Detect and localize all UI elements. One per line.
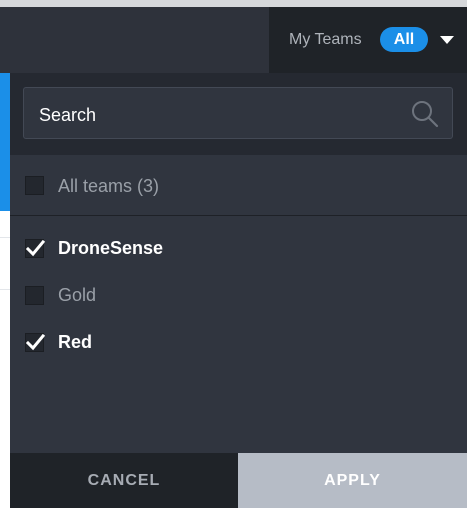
team-label: Gold bbox=[58, 285, 97, 305]
background-accent bbox=[0, 73, 10, 211]
search-icon[interactable] bbox=[410, 99, 440, 129]
team-label: DroneSense bbox=[58, 238, 164, 258]
checkmark-icon bbox=[25, 239, 46, 257]
search-input[interactable]: Search bbox=[23, 87, 453, 139]
team-label: Red bbox=[58, 332, 93, 352]
dropdown-footer: CANCEL APPLY bbox=[10, 453, 467, 508]
team-filter-dropdown: Search All teams (3) DroneSense Gold Red bbox=[10, 73, 467, 508]
top-strip bbox=[0, 0, 467, 7]
team-checkbox-checked[interactable] bbox=[25, 239, 46, 258]
background-divider bbox=[0, 289, 10, 290]
search-placeholder: Search bbox=[39, 105, 97, 125]
cancel-button[interactable]: CANCEL bbox=[10, 453, 238, 508]
team-option-red[interactable]: Red bbox=[10, 321, 467, 361]
chevron-down-icon[interactable] bbox=[440, 36, 454, 44]
team-checkbox-checked[interactable] bbox=[25, 333, 46, 352]
team-checkbox[interactable] bbox=[25, 286, 44, 305]
team-option-dronesense[interactable]: DroneSense bbox=[10, 227, 467, 267]
background-divider bbox=[0, 237, 10, 238]
background-header bbox=[0, 7, 269, 73]
team-option-gold[interactable]: Gold bbox=[10, 274, 467, 314]
all-teams-option[interactable]: All teams (3) bbox=[10, 155, 467, 215]
my-teams-label: My Teams bbox=[289, 31, 362, 48]
checkmark-icon bbox=[25, 333, 46, 351]
divider bbox=[10, 215, 467, 216]
all-teams-checkbox[interactable] bbox=[25, 176, 44, 195]
all-teams-label: All teams (3) bbox=[58, 176, 160, 196]
apply-button[interactable]: APPLY bbox=[238, 453, 467, 508]
search-area: Search bbox=[10, 73, 467, 155]
team-filter-pill[interactable]: All bbox=[380, 27, 428, 52]
